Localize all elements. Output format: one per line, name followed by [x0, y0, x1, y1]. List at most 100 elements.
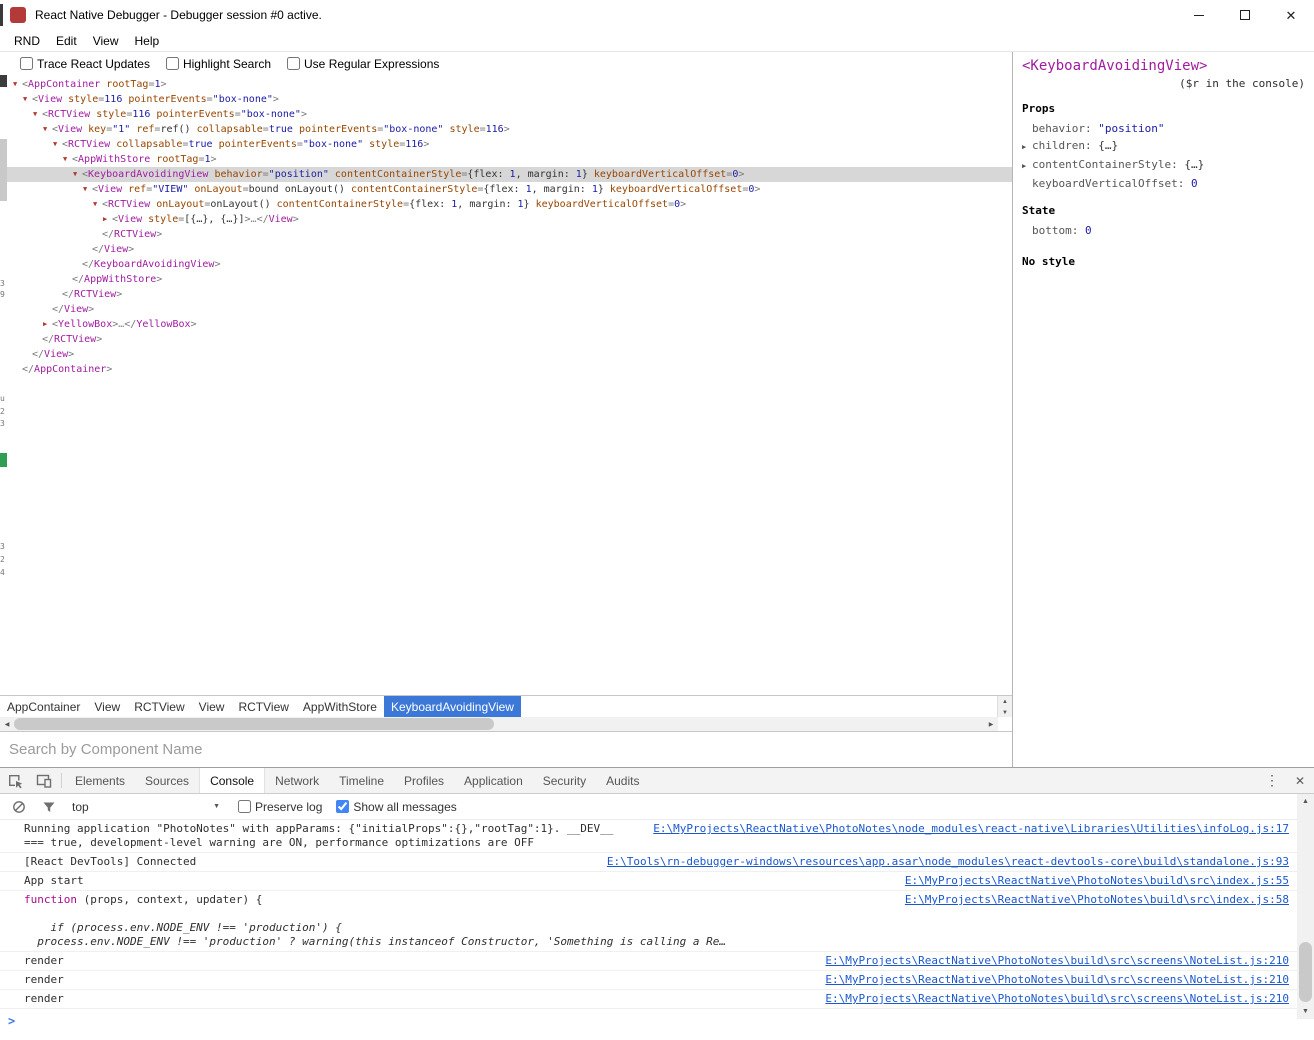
maximize-button[interactable]: [1222, 0, 1268, 30]
devtools-menu-button[interactable]: ⋮: [1258, 768, 1286, 793]
scroll-up-button[interactable]: ▲: [998, 696, 1012, 707]
menu-help[interactable]: Help: [126, 31, 167, 51]
minimize-button[interactable]: [1176, 0, 1222, 30]
toolbar-checkbox[interactable]: Use Regular Expressions: [287, 57, 439, 71]
close-button[interactable]: ✕: [1268, 0, 1314, 30]
breadcrumb-item[interactable]: AppWithStore: [296, 696, 384, 717]
console-prompt[interactable]: >: [0, 1009, 1297, 1033]
devtools-close-button[interactable]: ✕: [1286, 768, 1314, 793]
console-source-link[interactable]: E:\MyProjects\ReactNative\PhotoNotes\bui…: [905, 874, 1289, 888]
tree-row[interactable]: </View>: [0, 347, 1012, 362]
expand-arrow-icon[interactable]: ▶: [1022, 139, 1032, 156]
breadcrumb-item[interactable]: View: [87, 696, 127, 717]
collapse-arrow-icon[interactable]: ▼: [33, 107, 42, 122]
horizontal-scrollbar-thumb[interactable]: [14, 718, 494, 730]
tab-timeline[interactable]: Timeline: [329, 768, 394, 793]
console-toolbar-checkbox[interactable]: Preserve log: [238, 800, 322, 814]
console-toolbar-checkbox[interactable]: Show all messages: [336, 800, 457, 814]
checkbox[interactable]: [165, 57, 179, 70]
tree-row[interactable]: </View>: [0, 242, 1012, 257]
console-text: Running application "PhotoNotes" with ap…: [24, 822, 637, 836]
console-source-link[interactable]: E:\MyProjects\ReactNative\PhotoNotes\bui…: [825, 992, 1289, 1006]
token: style: [142, 214, 179, 225]
collapse-arrow-icon[interactable]: ▼: [53, 137, 62, 152]
tree-row[interactable]: </AppContainer>: [0, 362, 1012, 377]
toolbar-checkbox[interactable]: Highlight Search: [165, 57, 271, 71]
expand-arrow-icon[interactable]: ▶: [1022, 158, 1032, 175]
toolbar-checkbox[interactable]: Trace React Updates: [20, 57, 150, 71]
breadcrumb-item[interactable]: View: [192, 696, 232, 717]
tree-row[interactable]: ▼ <RCTView collapsable=true pointerEvents…: [0, 137, 1012, 152]
tree-row[interactable]: ▶ <View style=[{…}, {…}]>…</View>: [0, 212, 1012, 227]
console-source-link[interactable]: E:\Tools\rn-debugger-windows\resources\a…: [607, 855, 1289, 869]
breadcrumb-item[interactable]: RCTView: [127, 696, 191, 717]
token: >: [738, 169, 745, 180]
search-input[interactable]: [0, 731, 1012, 767]
menu-edit[interactable]: Edit: [48, 31, 85, 51]
tab-network[interactable]: Network: [265, 768, 329, 793]
prop-row: bottom: 0: [1022, 222, 1305, 239]
tree-row[interactable]: ▼ <KeyboardAvoidingView behavior="positio…: [0, 167, 1012, 182]
tree-row[interactable]: ▼ <View key="1" ref=ref() collapsable=tru…: [0, 122, 1012, 137]
console-source-link[interactable]: E:\MyProjects\ReactNative\PhotoNotes\nod…: [653, 822, 1289, 836]
collapse-arrow-icon[interactable]: ▼: [73, 167, 82, 182]
tree-row[interactable]: ▼ <RCTView style=116 pointerEvents="box-n…: [0, 107, 1012, 122]
token: </: [62, 289, 75, 300]
filter-button[interactable]: [38, 800, 60, 814]
tree-row[interactable]: </KeyboardAvoidingView>: [0, 257, 1012, 272]
console-source-link[interactable]: E:\MyProjects\ReactNative\PhotoNotes\bui…: [825, 973, 1289, 987]
execution-context-selector[interactable]: top ▼: [72, 800, 220, 814]
checkbox[interactable]: [238, 800, 251, 813]
tree-row[interactable]: </RCTView>: [0, 287, 1012, 302]
tree-row[interactable]: ▼ <View ref="VIEW" onLayout=bound onLayou…: [0, 182, 1012, 197]
tree-row[interactable]: </AppWithStore>: [0, 272, 1012, 287]
token: YellowBox: [136, 319, 191, 330]
devtools-tab-bar: Elements Sources Console Network Timeline Pro…: [0, 768, 1314, 794]
tab-security[interactable]: Security: [533, 768, 596, 793]
collapse-arrow-icon[interactable]: ▼: [23, 92, 32, 107]
tree-row[interactable]: </View>: [0, 302, 1012, 317]
scroll-left-button[interactable]: ◀: [0, 717, 14, 731]
sidebar-section-title: Props: [1022, 102, 1056, 115]
checkbox[interactable]: [336, 800, 350, 813]
console-source-link[interactable]: E:\MyProjects\ReactNative\PhotoNotes\bui…: [905, 893, 1289, 907]
checkbox[interactable]: [287, 57, 301, 70]
clear-console-button[interactable]: [8, 800, 30, 814]
background-window-fragment: 3: [0, 280, 5, 288]
tab-console[interactable]: Console: [199, 768, 266, 793]
console-source-link[interactable]: E:\MyProjects\ReactNative\PhotoNotes\bui…: [825, 954, 1289, 968]
collapse-arrow-icon[interactable]: ▼: [63, 152, 72, 167]
tree-row[interactable]: ▼ <AppContainer rootTag=1>: [0, 77, 1012, 92]
tab-elements[interactable]: Elements: [65, 768, 135, 793]
title-bar: React Native Debugger - Debugger session…: [0, 0, 1314, 30]
tree-row[interactable]: </RCTView>: [0, 332, 1012, 347]
collapse-arrow-icon[interactable]: ▼: [93, 197, 102, 212]
toggle-device-toolbar-button[interactable]: [30, 768, 58, 793]
breadcrumb-item[interactable]: KeyboardAvoidingView: [383, 696, 521, 717]
inspect-element-button[interactable]: [2, 768, 30, 793]
menu-view[interactable]: View: [85, 31, 127, 51]
token: >: [68, 349, 75, 360]
scroll-up-button[interactable]: ▲: [1297, 794, 1314, 809]
tab-sources[interactable]: Sources: [135, 768, 199, 793]
tab-profiles[interactable]: Profiles: [394, 768, 454, 793]
tab-audits[interactable]: Audits: [596, 768, 649, 793]
tree-row[interactable]: ▶ <YellowBox>…</YellowBox>: [0, 317, 1012, 332]
expand-arrow-icon[interactable]: ▶: [43, 317, 52, 332]
tree-row[interactable]: </RCTView>: [0, 227, 1012, 242]
collapse-arrow-icon[interactable]: ▼: [83, 182, 92, 197]
checkbox[interactable]: [20, 57, 33, 70]
vertical-scrollbar-thumb[interactable]: [1299, 942, 1312, 1002]
scroll-right-button[interactable]: ▶: [984, 717, 998, 731]
breadcrumb-item[interactable]: AppContainer: [0, 696, 87, 717]
tree-row[interactable]: ▼ <RCTView onLayout=onLayout() contentCon…: [0, 197, 1012, 212]
tree-row[interactable]: ▼ <AppWithStore rootTag=1>: [0, 152, 1012, 167]
tab-application[interactable]: Application: [454, 768, 533, 793]
collapse-arrow-icon[interactable]: ▼: [13, 77, 22, 92]
scroll-down-button[interactable]: ▼: [1297, 1004, 1314, 1019]
expand-arrow-icon[interactable]: ▶: [103, 212, 112, 227]
menu-rnd[interactable]: RND: [6, 31, 48, 51]
collapse-arrow-icon[interactable]: ▼: [43, 122, 52, 137]
breadcrumb-item[interactable]: RCTView: [231, 696, 295, 717]
tree-row[interactable]: ▼ <View style=116 pointerEvents="box-none…: [0, 92, 1012, 107]
